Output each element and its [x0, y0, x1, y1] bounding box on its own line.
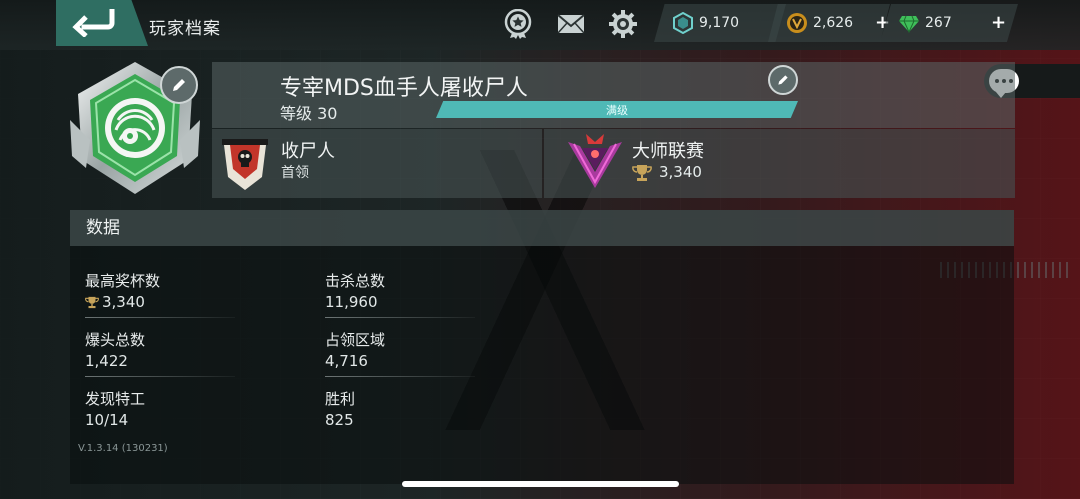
league-emblem-icon [568, 134, 622, 188]
stat-total-kills: 击杀总数 11,960 [325, 270, 475, 318]
league-score: 3,340 [659, 163, 702, 181]
stats-header: 数据 [70, 210, 1014, 246]
stat-agents-found: 发现特工 10/14 [85, 388, 235, 429]
version-label: V.1.3.14 (130231) [78, 443, 168, 454]
mail-button[interactable] [556, 9, 586, 39]
stat-value: 825 [325, 411, 354, 429]
divider [325, 317, 475, 318]
player-level: 等级 30 [280, 104, 338, 123]
gear-icon [609, 10, 637, 38]
xp-bar: 满级 [436, 101, 798, 118]
plus-icon: + [991, 12, 1007, 33]
trophy-icon [632, 165, 652, 181]
player-name: 专宰MDS血手人屠收尸人 [280, 76, 528, 101]
stat-label: 最高奖杯数 [85, 272, 161, 290]
currency-credits: 9,170 [654, 4, 786, 42]
clan-role: 首领 [281, 165, 309, 181]
home-indicator[interactable] [402, 481, 679, 487]
stat-value: 10/14 [85, 411, 129, 429]
xp-bar-label: 满级 [606, 103, 628, 117]
name-edit-button[interactable] [768, 65, 798, 95]
settings-button[interactable] [608, 9, 638, 39]
page-title: 玩家档案 [149, 19, 221, 39]
avatar-edit-button[interactable] [160, 66, 198, 104]
mail-icon [557, 14, 585, 34]
stat-label: 发现特工 [85, 390, 146, 408]
divider [85, 317, 235, 318]
star-badge-icon [504, 9, 532, 39]
stat-zones-captured: 占领区域 4,716 [325, 329, 475, 377]
stat-label: 胜利 [325, 390, 356, 408]
stat-wins: 胜利 825 [325, 388, 475, 429]
currency-gold: 2,626 [768, 4, 890, 42]
trophy-icon [85, 296, 99, 308]
divider [325, 376, 475, 377]
currency-gems-value: 267 [925, 15, 952, 31]
stat-label: 占领区域 [325, 331, 386, 349]
gem-icon [899, 15, 919, 34]
stat-total-headshots: 爆头总数 1,422 [85, 329, 235, 377]
clan-emblem-icon [222, 139, 268, 190]
achievements-button[interactable] [503, 9, 533, 39]
clan-name: 收尸人 [281, 141, 335, 162]
stat-value: 4,716 [325, 352, 368, 370]
stat-value: 3,340 [102, 293, 145, 311]
currency-gold-value: 2,626 [813, 15, 854, 31]
add-gems-button[interactable]: + [991, 12, 1006, 33]
edit-pencil-icon [778, 75, 788, 85]
back-arrow-icon [72, 9, 115, 37]
stat-label: 爆头总数 [85, 331, 146, 349]
stat-highest-trophies: 最高奖杯数 3,340 [85, 270, 235, 318]
divider [85, 376, 235, 377]
stat-label: 击杀总数 [325, 272, 386, 290]
edit-pencil-icon [173, 79, 185, 91]
stat-value: 11,960 [325, 293, 378, 311]
stat-value: 1,422 [85, 352, 128, 370]
gold-coin-icon [787, 13, 807, 33]
credit-hex-icon [673, 12, 693, 34]
league-name: 大师联赛 [632, 141, 704, 162]
currency-credits-value: 9,170 [699, 15, 740, 31]
